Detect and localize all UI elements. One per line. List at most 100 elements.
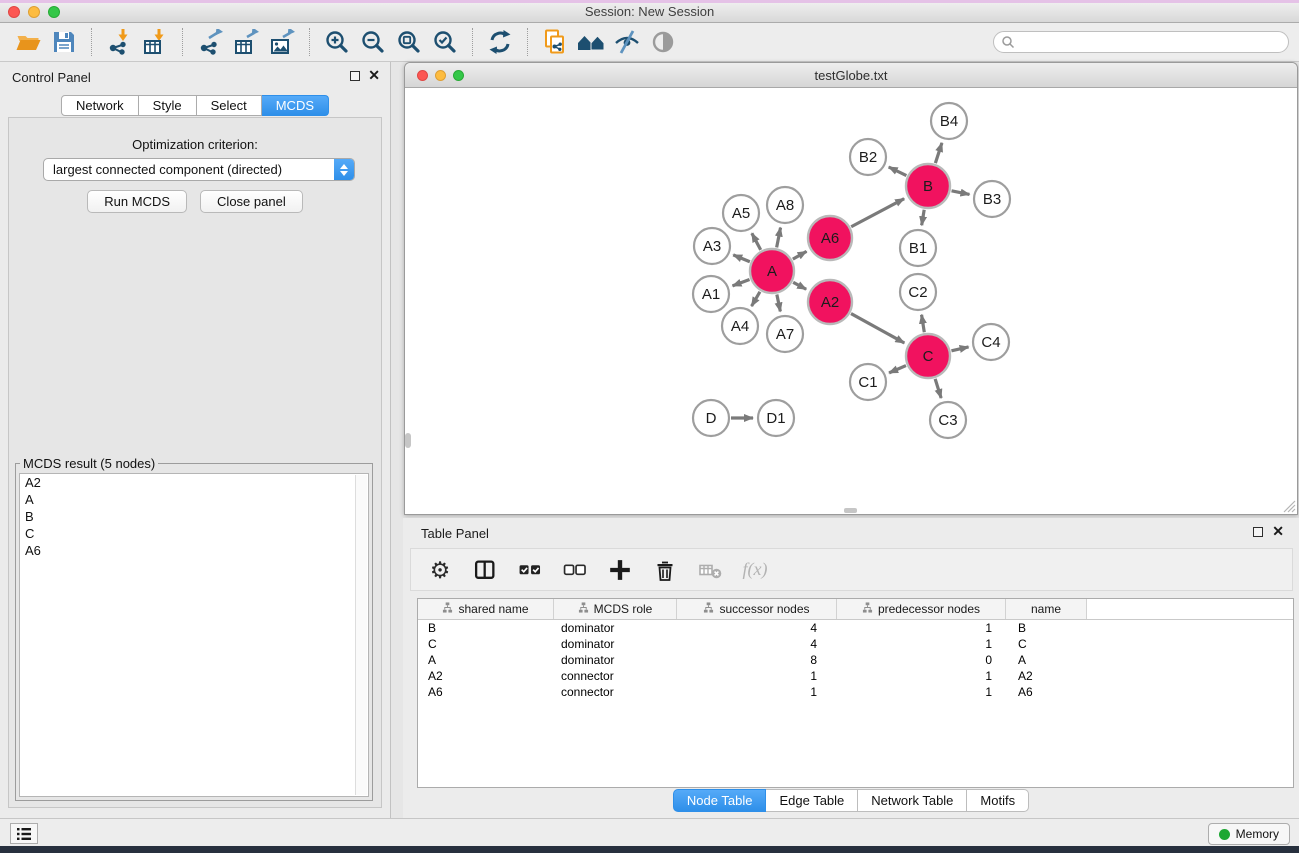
function-builder-button[interactable]: f(x) [742, 557, 768, 583]
import-network-button[interactable] [101, 26, 137, 58]
network-minimize-button[interactable] [435, 70, 446, 81]
network-close-button[interactable] [417, 70, 428, 81]
column-header-shared-name[interactable]: shared name [418, 599, 554, 619]
show-panels-button[interactable] [645, 26, 681, 58]
graph-node-A4[interactable]: A4 [722, 308, 758, 344]
result-list-item[interactable]: A2 [20, 474, 368, 491]
graph-edge-A-A7[interactable] [777, 295, 781, 312]
tab-network[interactable]: Network [61, 95, 139, 116]
home-view-button[interactable] [573, 26, 609, 58]
table-cell[interactable]: B [418, 620, 554, 636]
table-cell[interactable]: 1 [677, 668, 837, 684]
float-panel-button[interactable] [350, 71, 360, 81]
graph-node-B3[interactable]: B3 [974, 181, 1010, 217]
graph-node-B4[interactable]: B4 [931, 103, 967, 139]
result-list-item[interactable]: A [20, 491, 368, 508]
result-list-item[interactable]: B [20, 508, 368, 525]
table-cell[interactable]: C [1006, 636, 1087, 652]
result-list-item[interactable]: A6 [20, 542, 368, 559]
table-close-button[interactable]: ✕ [1272, 526, 1284, 536]
column-layout-button[interactable] [472, 557, 498, 583]
tab-mcds[interactable]: MCDS [262, 95, 329, 116]
network-canvas[interactable]: B4B2BB3A5A8A6A3B1AA1C2A2A4A7C4CC1DD1C3 [405, 89, 1297, 514]
graph-edge-C-C1[interactable] [889, 366, 906, 373]
graph-node-C[interactable]: C [906, 334, 950, 378]
column-header-MCDS-role[interactable]: MCDS role [554, 599, 677, 619]
export-table-button[interactable] [228, 26, 264, 58]
criterion-select[interactable]: largest connected component (directed) [43, 158, 355, 181]
table-cell[interactable]: A6 [418, 684, 554, 700]
zoom-in-button[interactable] [319, 26, 355, 58]
search-input[interactable] [1019, 35, 1281, 49]
graph-node-B[interactable]: B [906, 164, 950, 208]
close-panel-button[interactable]: ✕ [368, 70, 380, 80]
graph-node-D[interactable]: D [693, 400, 729, 436]
table-row[interactable]: A6connector11A6 [418, 684, 1293, 700]
table-cell[interactable]: 4 [677, 620, 837, 636]
zoom-selected-button[interactable] [427, 26, 463, 58]
graph-node-C4[interactable]: C4 [973, 324, 1009, 360]
tab-network-table[interactable]: Network Table [858, 789, 967, 812]
table-cell[interactable]: dominator [554, 620, 677, 636]
table-cell[interactable]: 8 [677, 652, 837, 668]
tab-style[interactable]: Style [139, 95, 197, 116]
graph-node-A[interactable]: A [750, 249, 794, 293]
graph-node-B1[interactable]: B1 [900, 230, 936, 266]
graph-edge-A-A3[interactable] [733, 255, 750, 262]
close-window-button[interactable] [8, 6, 20, 18]
graph-node-A5[interactable]: A5 [723, 195, 759, 231]
add-column-button[interactable] [607, 557, 633, 583]
tab-select[interactable]: Select [197, 95, 262, 116]
table-cell[interactable]: 1 [837, 636, 1006, 652]
table-cell[interactable]: 0 [837, 652, 1006, 668]
graph-node-A1[interactable]: A1 [693, 276, 729, 312]
graph-edge-A-A8[interactable] [777, 228, 781, 248]
import-table-button[interactable] [137, 26, 173, 58]
delete-column-button[interactable] [652, 557, 678, 583]
graph-edge-B-B2[interactable] [889, 167, 907, 176]
column-header-successor-nodes[interactable]: successor nodes [677, 599, 837, 619]
graph-edge-B-B4[interactable] [935, 143, 942, 163]
run-mcds-button[interactable]: Run MCDS [87, 190, 187, 213]
export-image-button[interactable] [264, 26, 300, 58]
tab-node-table[interactable]: Node Table [673, 789, 767, 812]
vertical-scrollbar-thumb[interactable] [405, 433, 411, 448]
graph-edge-A-A2[interactable] [793, 282, 806, 289]
table-cell[interactable]: 1 [837, 668, 1006, 684]
graph-edge-A-A1[interactable] [733, 279, 750, 285]
task-history-button[interactable] [10, 823, 38, 844]
table-cell[interactable]: 1 [837, 684, 1006, 700]
table-cell[interactable]: A [418, 652, 554, 668]
table-cell[interactable]: connector [554, 668, 677, 684]
table-cell[interactable]: A2 [418, 668, 554, 684]
refresh-button[interactable] [482, 26, 518, 58]
table-cell[interactable]: A2 [1006, 668, 1087, 684]
delete-table-button[interactable] [697, 557, 723, 583]
column-header-name[interactable]: name [1006, 599, 1087, 619]
network-window-titlebar[interactable]: testGlobe.txt [405, 63, 1297, 88]
graph-node-A7[interactable]: A7 [767, 316, 803, 352]
table-row[interactable]: Bdominator41B [418, 620, 1293, 636]
duplicate-network-button[interactable] [537, 26, 573, 58]
table-cell[interactable]: 4 [677, 636, 837, 652]
zoom-window-button[interactable] [48, 6, 60, 18]
zoom-fit-button[interactable] [391, 26, 427, 58]
table-row[interactable]: Adominator80A [418, 652, 1293, 668]
graph-edge-A6-B[interactable] [851, 199, 904, 227]
minimize-window-button[interactable] [28, 6, 40, 18]
export-network-button[interactable] [192, 26, 228, 58]
table-cell[interactable]: A [1006, 652, 1087, 668]
result-list-scrollbar[interactable] [355, 475, 367, 795]
column-header-predecessor-nodes[interactable]: predecessor nodes [837, 599, 1006, 619]
table-cell[interactable]: 1 [837, 620, 1006, 636]
network-zoom-button[interactable] [453, 70, 464, 81]
table-cell[interactable]: C [418, 636, 554, 652]
graph-node-A6[interactable]: A6 [808, 216, 852, 260]
table-float-button[interactable] [1253, 527, 1263, 537]
graph-edge-A-A6[interactable] [793, 251, 807, 259]
result-list-item[interactable]: C [20, 525, 368, 542]
graph-edge-B-B3[interactable] [952, 191, 970, 195]
memory-button[interactable]: Memory [1208, 823, 1290, 845]
graph-edge-A2-C[interactable] [851, 314, 904, 343]
graph-edge-C-C2[interactable] [922, 315, 925, 333]
